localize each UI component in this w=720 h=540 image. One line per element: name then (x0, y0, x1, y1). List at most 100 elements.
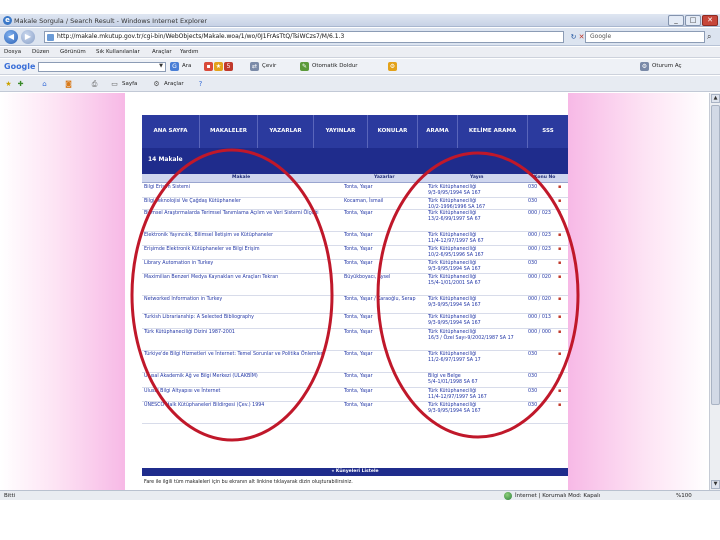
pagerank-icon[interactable]: 5 (224, 62, 233, 71)
author-link[interactable]: Tonta, Yaşar (344, 315, 424, 321)
forward-button[interactable]: ▶ (21, 30, 35, 44)
author-link[interactable]: Kocaman, İsmail (344, 199, 424, 205)
pdf-icon[interactable]: ▪ (558, 373, 566, 380)
nav-faq[interactable]: SSS (528, 115, 568, 148)
home-icon[interactable]: ⌂ (40, 80, 49, 89)
pdf-icon[interactable]: ▪ (558, 329, 566, 336)
article-title-link[interactable]: Ulusal Bilgi Altyapısı ve İnternet (144, 389, 340, 395)
publication-link[interactable]: Türk Kütüphaneciliği 11/2-6/97/1997 SA 1… (428, 352, 526, 364)
article-title-link[interactable]: Networked Information in Turkey (144, 297, 340, 303)
publication-link[interactable]: Türk Kütüphaneciliği 15/4-1/01/2001 SA 6… (428, 275, 526, 287)
article-title-link[interactable]: Maximilian Benzeri Medya Kaynakları ve A… (144, 275, 340, 281)
col-article[interactable]: Makale (232, 175, 250, 180)
close-button[interactable]: ✕ (702, 15, 718, 26)
pdf-icon[interactable]: ▪ (558, 260, 566, 267)
search-input[interactable]: Google ⌕ (585, 31, 711, 43)
author-link[interactable]: Tonta, Yaşar (344, 374, 424, 380)
tools-menu[interactable]: Araçlar (164, 81, 184, 87)
pdf-icon[interactable]: ▪ (558, 198, 566, 205)
wrench-icon[interactable]: ⚙ (388, 62, 397, 71)
pdf-icon[interactable]: ▪ (558, 351, 566, 358)
menu-file[interactable]: Dosya (4, 49, 21, 55)
pdf-icon[interactable]: ▪ (558, 274, 566, 281)
popup-blocker-icon[interactable]: ▪ (204, 62, 213, 71)
nav-home[interactable]: ANA SAYFA (142, 115, 200, 148)
zoom-level[interactable]: %100 (676, 493, 692, 499)
nav-search[interactable]: ARAMA (418, 115, 458, 148)
publication-link[interactable]: Türk Kütüphaneciliği 9/3-9/95/1994 SA 16… (428, 403, 526, 415)
col-authors[interactable]: Yazarlar (374, 175, 395, 180)
author-link[interactable]: Tonta, Yaşar (344, 330, 424, 336)
print-icon[interactable]: ⎙ (90, 80, 99, 89)
list-citations-link[interactable]: « Künyeleri Listele (142, 469, 568, 474)
publication-link[interactable]: Türk Kütüphaneciliği 11/4-12/97/1997 SA … (428, 233, 526, 245)
author-link[interactable]: Tonta, Yaşar (344, 261, 424, 267)
autofill-button[interactable]: Otomatik Doldur (312, 63, 358, 69)
publication-link[interactable]: Türk Kütüphaneciliği 9/3-9/95/1994 SA 16… (428, 261, 526, 273)
help-icon[interactable]: ? (196, 80, 205, 89)
publication-link[interactable]: Türk Kütüphaneciliği 16/3 / Özel Sayı-9/… (428, 330, 526, 342)
pdf-icon[interactable]: ▪ (558, 314, 566, 321)
minimize-button[interactable]: _ (668, 15, 684, 26)
tools-icon[interactable]: ⚙ (152, 80, 161, 89)
article-title-link[interactable]: Bilgi Erişim Sistemi (144, 185, 340, 191)
scroll-thumb[interactable] (711, 105, 720, 405)
author-link[interactable]: Tonta, Yaşar (344, 185, 424, 191)
article-title-link[interactable]: Bilgi Teknolojisi Ve Çağdaş Kütüphaneler (144, 199, 340, 205)
scroll-down-icon[interactable]: ▼ (711, 480, 720, 489)
pdf-icon[interactable]: ▪ (558, 402, 566, 409)
share-button[interactable]: Çevir (262, 63, 276, 69)
author-link[interactable]: Tonta, Yaşar (344, 389, 424, 395)
author-link[interactable]: Tonta, Yaşar / Karaoğlu, Serap (344, 297, 424, 303)
article-title-link[interactable]: Library Automation in Turkey (144, 261, 340, 267)
maximize-button[interactable]: □ (685, 15, 701, 26)
google-search-input[interactable]: ▼ (38, 62, 166, 72)
author-link[interactable]: Büyükboyacı, Aysel (344, 275, 424, 281)
page-menu[interactable]: Sayfa (122, 81, 137, 87)
publication-link[interactable]: Türk Kütüphaneciliği 10/2-6/95/1996 SA 1… (428, 247, 526, 259)
publication-link[interactable]: Bilgi ve Belge 5/4-1/01/1998 SA 67 (428, 374, 526, 386)
pdf-icon[interactable]: ▪ (558, 184, 566, 191)
pdf-icon[interactable]: ▪ (558, 246, 566, 253)
bookmark-icon[interactable]: ★ (214, 62, 223, 71)
nav-articles[interactable]: MAKALELER (200, 115, 258, 148)
publication-link[interactable]: Türk Kütüphaneciliği 9/3-9/95/1994 SA 16… (428, 297, 526, 309)
publication-link[interactable]: Türk Kütüphaneciliği 9/3-9/95/1994 SA 16… (428, 315, 526, 327)
author-link[interactable]: Tonta, Yaşar (344, 211, 424, 217)
publication-link[interactable]: Türk Kütüphaneciliği 10/2-1996/1996 SA 1… (428, 199, 526, 211)
pdf-icon[interactable]: ▪ (558, 296, 566, 303)
feeds-icon[interactable]: ◙ (64, 80, 73, 89)
search-icon[interactable]: ⌕ (707, 32, 717, 42)
author-link[interactable]: Tonta, Yaşar (344, 352, 424, 358)
article-title-link[interactable]: Türkiye'de Bilgi Hizmetleri ve İnternet:… (144, 352, 340, 358)
article-title-link[interactable]: Ulusal Akademik Ağ ve Bilgi Merkezi (ULA… (144, 374, 340, 380)
add-favorites-icon[interactable]: ✚ (16, 80, 25, 89)
col-subject-no[interactable]: Konu No (534, 175, 555, 180)
publication-link[interactable]: Türk Kütüphaneciliği 13/2-6/99/1997 SA 6… (428, 211, 526, 223)
menu-help[interactable]: Yardım (180, 49, 199, 55)
nav-authors[interactable]: YAZARLAR (258, 115, 314, 148)
share-icon[interactable]: ⇄ (250, 62, 259, 71)
settings-icon[interactable]: ⚙ (640, 62, 649, 71)
google-search-button[interactable]: Ara (182, 63, 191, 69)
author-link[interactable]: Tonta, Yaşar (344, 403, 424, 409)
publication-link[interactable]: Türk Kütüphaneciliği 11/4-12/97/1997 SA … (428, 389, 526, 401)
address-input[interactable]: http://makale.mkutup.gov.tr/cgi-bin/WebO… (44, 31, 564, 43)
page-icon[interactable]: ▭ (110, 80, 119, 89)
scroll-up-icon[interactable]: ▲ (711, 94, 720, 103)
pdf-icon[interactable]: ▪ (558, 388, 566, 395)
author-link[interactable]: Tonta, Yaşar (344, 247, 424, 253)
col-publication[interactable]: Yayın (470, 175, 483, 180)
signin-button[interactable]: Oturum Aç (652, 63, 682, 69)
article-title-link[interactable]: Erişimde Elektronik Kütüphaneler ve Bilg… (144, 247, 340, 253)
article-title-link[interactable]: Turkish Librarianship: A Selected Biblio… (144, 315, 340, 321)
article-title-link[interactable]: ÜNESCO Halk Kütüphaneleri Bildirgesi (Çe… (144, 403, 340, 409)
menu-view[interactable]: Görünüm (60, 49, 86, 55)
pdf-icon[interactable]: ▪ (558, 210, 566, 217)
google-search-icon[interactable]: G (170, 62, 179, 71)
vertical-scrollbar[interactable]: ▲ ▼ (709, 93, 720, 490)
author-link[interactable]: Tonta, Yaşar (344, 233, 424, 239)
menu-tools[interactable]: Araçlar (152, 49, 172, 55)
article-title-link[interactable]: Bilimsel Araştırmalarda Terimsel Tanımla… (144, 211, 340, 217)
article-title-link[interactable]: Türk Kütüphaneciliği Dizini 1987-2001 (144, 330, 340, 336)
